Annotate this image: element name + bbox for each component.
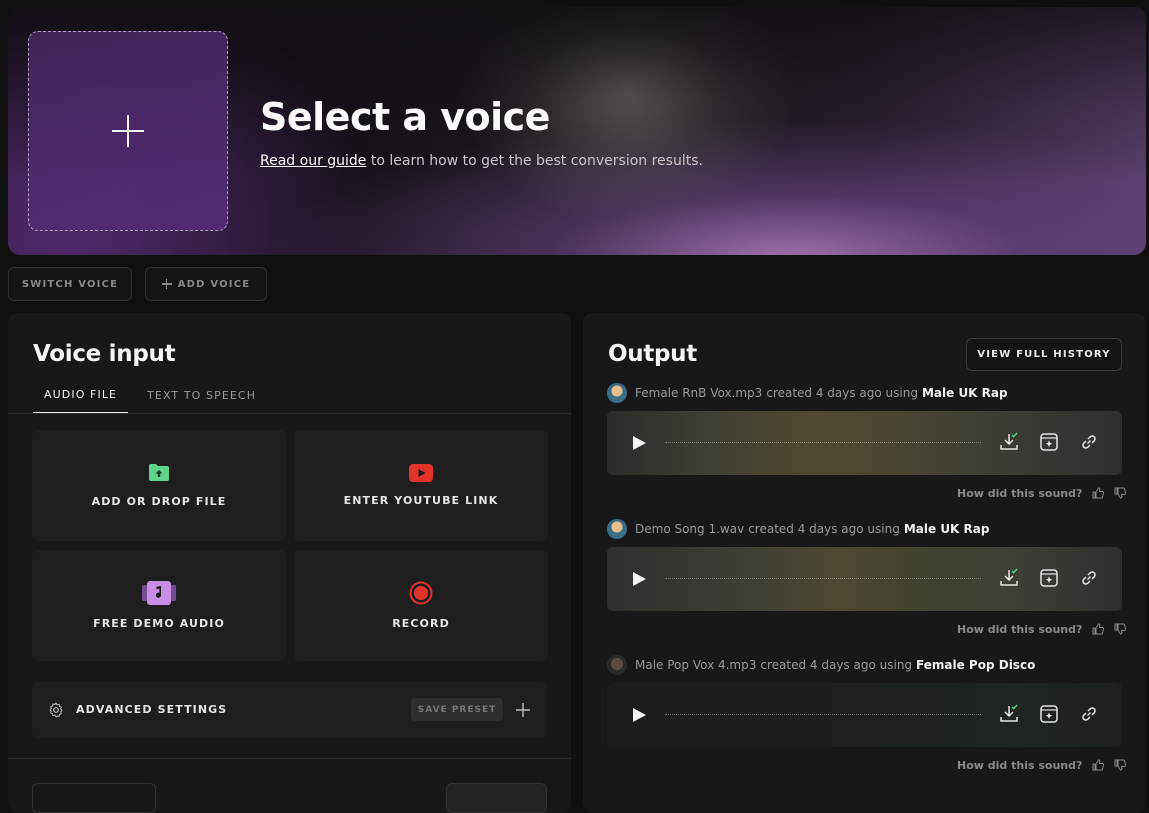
switch-voice-button[interactable]: SWITCH VOICE: [8, 267, 132, 301]
output-voice-name: Male UK Rap: [903, 522, 990, 536]
link-icon[interactable]: [1078, 567, 1100, 589]
output-item-meta: Demo Song 1.wav created 4 days ago using…: [607, 519, 989, 539]
output-title: Output: [608, 341, 697, 367]
thumbs-up-icon[interactable]: [1092, 759, 1105, 771]
add-voice-label: ADD VOICE: [177, 278, 251, 290]
youtube-icon: [409, 464, 433, 482]
download-icon[interactable]: [998, 431, 1020, 453]
enhance-icon[interactable]: [1038, 431, 1060, 453]
tab-audio-file[interactable]: AUDIO FILE: [33, 377, 129, 414]
play-icon[interactable]: [633, 572, 646, 586]
add-or-drop-file-label: ADD OR DROP FILE: [91, 495, 227, 508]
enhance-icon[interactable]: [1038, 567, 1060, 589]
read-guide-link[interactable]: Read our guide: [260, 153, 366, 169]
waveform[interactable]: [665, 442, 981, 443]
thumbs-down-icon[interactable]: [1114, 487, 1127, 499]
youtube-link-label: ENTER YOUTUBE LINK: [343, 494, 499, 507]
thumbs-down-icon[interactable]: [1114, 623, 1127, 635]
voice-input-panel: Voice input AUDIO FILE TEXT TO SPEECH AD…: [8, 313, 571, 813]
view-full-history-button[interactable]: VIEW FULL HISTORY: [966, 338, 1122, 371]
output-item-meta: Female RnB Vox.mp3 created 4 days ago us…: [607, 383, 1008, 403]
folder-upload-icon: [149, 464, 169, 481]
plus-icon: [161, 279, 172, 289]
play-icon[interactable]: [633, 708, 646, 722]
download-icon[interactable]: [998, 703, 1020, 725]
voice-input-title: Voice input: [33, 341, 176, 367]
feedback-row: How did this sound?: [957, 485, 1127, 501]
voice-avatar: [607, 519, 627, 539]
enhance-icon[interactable]: [1038, 703, 1060, 725]
waveform[interactable]: [665, 714, 981, 715]
thumbs-up-icon[interactable]: [1092, 487, 1105, 499]
output-created-text: created 4 days ago using: [760, 658, 913, 672]
music-note-icon: [142, 581, 176, 605]
audio-player: [607, 411, 1122, 475]
select-voice-box[interactable]: [28, 31, 228, 231]
link-icon[interactable]: [1078, 703, 1100, 725]
gear-icon: [49, 702, 63, 718]
bottom-divider: [8, 758, 571, 759]
add-or-drop-file-card[interactable]: ADD OR DROP FILE: [32, 430, 286, 541]
tab-text-to-speech[interactable]: TEXT TO SPEECH: [136, 377, 267, 414]
thumbs-down-icon[interactable]: [1114, 759, 1127, 771]
record-card[interactable]: RECORD: [294, 550, 548, 661]
output-panel: Output VIEW FULL HISTORY Female RnB Vox.…: [583, 313, 1146, 813]
feedback-row: How did this sound?: [957, 621, 1127, 637]
advanced-settings-row[interactable]: ADVANCED SETTINGS SAVE PRESET: [32, 682, 547, 738]
primary-action-button[interactable]: [446, 783, 547, 813]
play-icon[interactable]: [633, 436, 646, 450]
add-setting-icon[interactable]: [516, 703, 530, 717]
record-label: RECORD: [392, 617, 450, 630]
advanced-settings-label: ADVANCED SETTINGS: [76, 703, 228, 716]
output-file-name: Female RnB Vox.mp3: [635, 386, 763, 400]
voice-avatar: [607, 655, 627, 675]
feedback-prompt: How did this sound?: [957, 758, 1083, 772]
feedback-row: How did this sound?: [957, 757, 1127, 773]
thumbs-up-icon[interactable]: [1092, 623, 1105, 635]
page-title: Select a voice: [260, 95, 550, 139]
output-voice-name: Male UK Rap: [921, 386, 1008, 400]
output-file-name: Demo Song 1.wav: [635, 522, 745, 536]
banner-subtitle-text: to learn how to get the best conversion …: [366, 153, 703, 169]
link-icon[interactable]: [1078, 431, 1100, 453]
tabs-divider: [8, 413, 571, 414]
secondary-action-button[interactable]: [32, 783, 156, 813]
audio-player: [607, 683, 1122, 747]
output-created-text: created 4 days ago using: [766, 386, 918, 400]
voice-avatar: [607, 383, 627, 403]
audio-player: [607, 547, 1122, 611]
add-voice-button[interactable]: ADD VOICE: [145, 267, 267, 301]
feedback-prompt: How did this sound?: [957, 622, 1083, 636]
output-item-meta: Male Pop Vox 4.mp3 created 4 days ago us…: [607, 655, 1035, 675]
input-tabs: AUDIO FILE TEXT TO SPEECH: [33, 377, 267, 414]
banner-subtitle: Read our guide to learn how to get the b…: [260, 153, 703, 169]
free-demo-audio-card[interactable]: FREE DEMO AUDIO: [32, 550, 286, 661]
youtube-link-card[interactable]: ENTER YOUTUBE LINK: [294, 430, 548, 541]
output-voice-name: Female Pop Disco: [916, 658, 1036, 672]
output-file-name: Male Pop Vox 4.mp3: [635, 658, 757, 672]
record-icon: [409, 581, 433, 605]
switch-voice-label: SWITCH VOICE: [21, 278, 119, 290]
output-created-text: created 4 days ago using: [748, 522, 900, 536]
feedback-prompt: How did this sound?: [957, 486, 1083, 500]
save-preset-button[interactable]: SAVE PRESET: [411, 698, 503, 721]
waveform[interactable]: [665, 578, 981, 579]
voice-selector-banner: Select a voice Read our guide to learn h…: [8, 7, 1146, 255]
free-demo-audio-label: FREE DEMO AUDIO: [93, 617, 225, 630]
download-icon[interactable]: [998, 567, 1020, 589]
plus-icon: [112, 115, 144, 147]
